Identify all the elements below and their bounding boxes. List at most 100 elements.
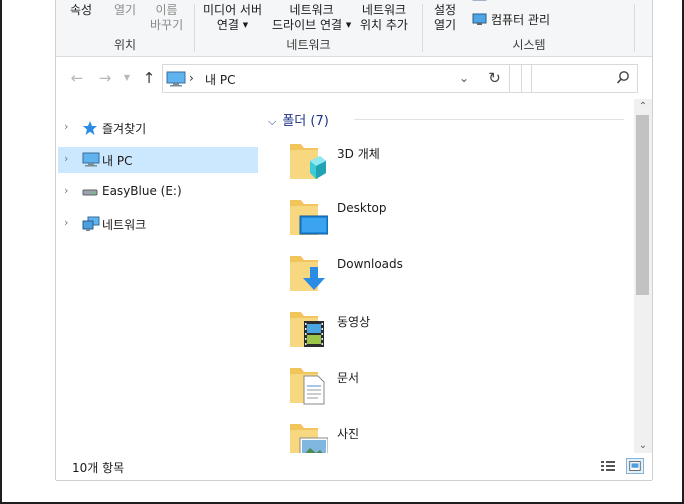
group-label-network: 네트워크 <box>286 38 331 52</box>
refresh-icon: ↻ <box>488 69 501 87</box>
folder-item[interactable]: 문서 <box>288 365 588 413</box>
scrollbar-thumb[interactable] <box>636 115 649 295</box>
group-label-location: 위치 <box>113 38 137 52</box>
system-properties-button-partial[interactable] <box>472 0 491 6</box>
ribbon-group-network: 미디어 서버 연결 ▼ 네트워크 드라이브 연결 ▼ 네트워크 위치 추가 네트… <box>195 0 422 57</box>
chevron-down-icon: ⌵ <box>268 115 277 128</box>
item-count: 10개 항목 <box>72 461 125 475</box>
folder-name: Downloads <box>337 257 403 271</box>
chevron-right-icon[interactable]: › <box>64 184 68 197</box>
arrow-right-icon: → <box>98 69 112 87</box>
rename-label-line1: 이름 <box>155 3 178 17</box>
folder-name: 3D 개체 <box>337 147 380 161</box>
search-icon <box>616 71 629 84</box>
open-label: 열기 <box>114 3 137 17</box>
screen-frame: 속성 열기 이름 바꾸기 위치 미디어 서버 연결 ▼ 네트워크 드라이브 연결… <box>0 0 684 504</box>
properties-button[interactable]: 속성 <box>70 3 92 18</box>
open-settings-button[interactable]: 설정 열기 <box>434 3 456 33</box>
computer-management-icon <box>472 13 487 25</box>
folder-name: 동영상 <box>337 315 371 329</box>
add-location-label-line2: 위치 추가 <box>360 18 408 32</box>
chevron-down-icon: ▼ <box>242 21 249 29</box>
ribbon-group-system: 설정 열기 컴퓨터 관리 시스템 <box>423 0 635 57</box>
chevron-down-icon: ▼ <box>123 73 131 82</box>
folders-group-header[interactable]: ⌵ 폴더 (7) <box>268 110 329 129</box>
settings-label-line1: 설정 <box>434 3 457 17</box>
large-icons-view-icon[interactable] <box>626 458 644 474</box>
file-explorer-window: 속성 열기 이름 바꾸기 위치 미디어 서버 연결 ▼ 네트워크 드라이브 연결… <box>56 0 652 480</box>
open-button[interactable]: 열기 <box>114 3 136 18</box>
pc-icon <box>82 152 100 167</box>
address-bar[interactable]: › 내 PC ⌄ <box>162 64 532 93</box>
tree-item-quick-access[interactable]: › 즐겨찾기 <box>58 115 258 141</box>
breadcrumb-separator-icon: › <box>189 71 194 85</box>
arrow-up-icon: ↑ <box>142 69 156 87</box>
tree-item-label: 내 PC <box>102 154 133 168</box>
computer-manage-button[interactable]: 컴퓨터 관리 <box>472 13 550 28</box>
tree-item-label: 네트워크 <box>102 218 147 232</box>
documents-folder-icon <box>290 368 325 405</box>
back-button[interactable]: ← <box>68 69 86 87</box>
videos-folder-icon <box>290 312 324 347</box>
properties-label: 속성 <box>70 3 93 17</box>
folder-item[interactable]: Downloads <box>288 253 588 301</box>
search-input[interactable] <box>521 64 638 93</box>
tree-item-label: EasyBlue (E:) <box>102 184 182 198</box>
ribbon-separator <box>634 4 635 52</box>
rename-button[interactable]: 이름 바꾸기 <box>150 3 183 33</box>
navigation-pane: › 즐겨찾기 › 내 PC › EasyBlue (E:) › 네트워크 <box>56 99 260 453</box>
folder-item[interactable]: 동영상 <box>288 309 588 357</box>
tree-item-drive-e[interactable]: › EasyBlue (E:) <box>58 179 258 205</box>
rename-label-line2: 바꾸기 <box>150 18 184 32</box>
drive-icon <box>82 189 98 196</box>
status-bar: 10개 항목 <box>56 453 652 480</box>
pc-icon <box>166 71 186 87</box>
up-button[interactable]: ↑ <box>140 69 158 87</box>
computer-manage-label: 컴퓨터 관리 <box>491 13 551 27</box>
folder-name: 사진 <box>337 427 360 441</box>
add-location-label-line1: 네트워크 <box>361 3 407 17</box>
media-server-label-line2: 연결 <box>216 18 239 32</box>
folder-name: 문서 <box>337 371 360 385</box>
chevron-right-icon[interactable]: › <box>64 152 68 165</box>
3d-objects-folder-icon <box>290 144 326 179</box>
add-network-location-button[interactable]: 네트워크 위치 추가 <box>360 3 408 33</box>
chevron-right-icon[interactable]: › <box>64 216 68 229</box>
recent-locations-button[interactable]: ▼ <box>118 69 136 87</box>
ribbon: 속성 열기 이름 바꾸기 위치 미디어 서버 연결 ▼ 네트워크 드라이브 연결… <box>56 0 652 57</box>
content-pane: ⌵ 폴더 (7) 3D 개체 Desktop Downloads 동영상 문서 … <box>260 99 652 460</box>
chevron-right-icon[interactable]: › <box>64 120 68 133</box>
tree-item-this-pc[interactable]: › 내 PC <box>58 147 258 173</box>
map-network-drive-button[interactable]: 네트워크 드라이브 연결 ▼ <box>272 3 351 33</box>
address-history-dropdown-icon[interactable]: ⌄ <box>459 71 469 85</box>
folder-item[interactable]: 3D 개체 <box>288 141 588 189</box>
map-drive-label-line1: 네트워크 <box>289 3 334 17</box>
folder-name: Desktop <box>337 201 387 215</box>
group-label-system: 시스템 <box>512 38 546 52</box>
folder-item[interactable]: Desktop <box>288 197 588 245</box>
folders-group-title: 폴더 (7) <box>282 114 329 129</box>
downloads-folder-icon <box>290 256 325 291</box>
forward-button[interactable]: → <box>96 69 114 87</box>
refresh-button[interactable]: ↻ <box>480 64 510 93</box>
group-divider <box>354 119 624 120</box>
star-icon <box>83 121 97 135</box>
view-toggle-group <box>594 458 644 474</box>
scroll-up-icon[interactable]: ⌃ <box>634 101 652 112</box>
tree-item-network[interactable]: › 네트워크 <box>58 211 258 237</box>
scroll-down-icon[interactable]: ⌄ <box>634 440 652 451</box>
breadcrumb-this-pc[interactable]: 내 PC <box>205 71 235 88</box>
map-drive-label-line2: 드라이브 연결 <box>272 18 343 32</box>
media-server-label-line1: 미디어 서버 <box>203 3 263 17</box>
media-server-button[interactable]: 미디어 서버 연결 ▼ <box>203 3 262 33</box>
desktop-folder-icon <box>290 200 328 235</box>
details-view-icon[interactable] <box>599 458 617 474</box>
tree-item-label: 즐겨찾기 <box>102 122 147 136</box>
ribbon-group-location: 속성 열기 이름 바꾸기 위치 <box>56 0 194 57</box>
vertical-scrollbar[interactable]: ⌃ ⌄ <box>634 99 652 453</box>
chevron-down-icon: ▼ <box>345 21 352 29</box>
network-icon <box>82 216 100 231</box>
arrow-left-icon: ← <box>70 69 84 87</box>
settings-label-line2: 열기 <box>434 18 457 32</box>
navigation-bar: ← → ▼ ↑ › 내 PC ⌄ ↻ <box>56 57 652 99</box>
